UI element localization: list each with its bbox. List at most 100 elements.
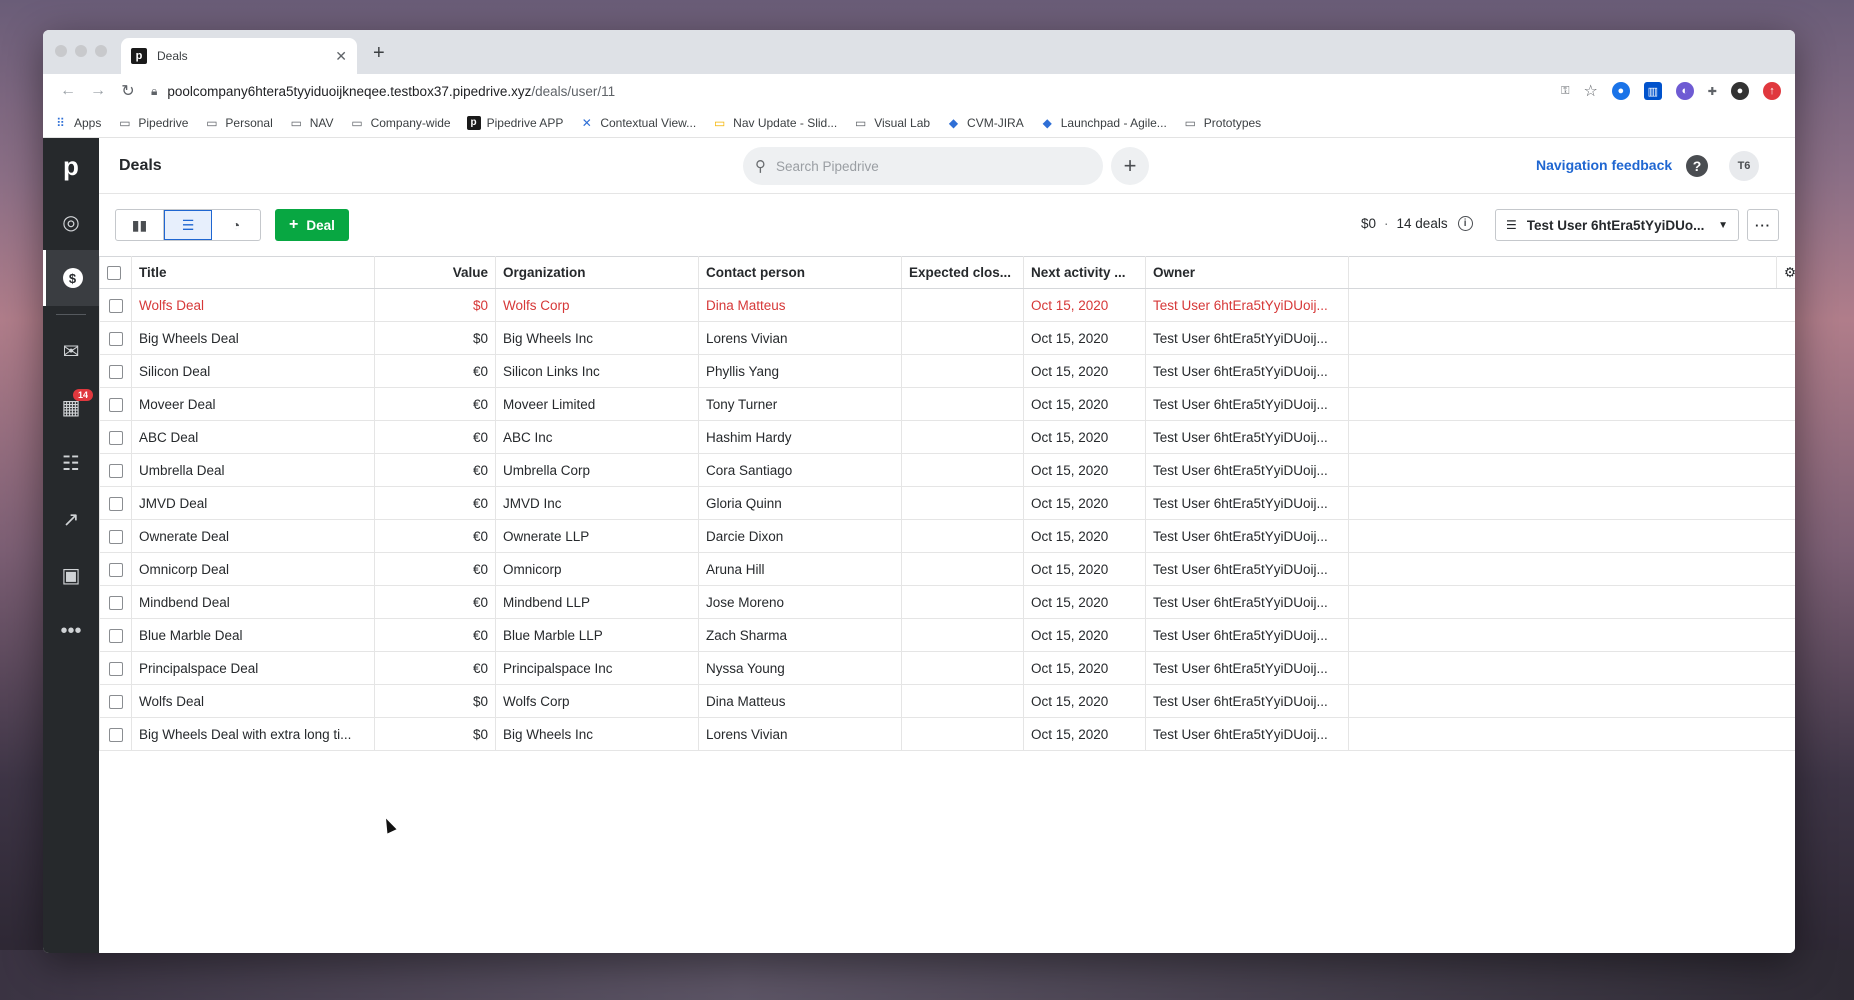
forward-arrow-icon[interactable]: → xyxy=(83,82,113,100)
more-options-button[interactable]: ··· xyxy=(1747,209,1779,241)
cell-title[interactable]: ABC Deal xyxy=(131,420,375,454)
cell-organization[interactable]: Omnicorp xyxy=(495,552,699,586)
select-all-checkbox[interactable] xyxy=(107,266,121,281)
close-tab-icon[interactable]: ✕ xyxy=(335,48,347,65)
row-checkbox[interactable] xyxy=(108,496,123,511)
extension-purple-icon[interactable]: ◐ xyxy=(1675,82,1694,100)
row-checkbox[interactable] xyxy=(108,430,123,445)
search-input[interactable] xyxy=(776,158,1066,174)
cell-contact[interactable]: Tony Turner xyxy=(698,387,902,421)
help-icon[interactable]: ? xyxy=(1686,155,1708,177)
back-arrow-icon[interactable]: ← xyxy=(53,82,83,100)
info-icon[interactable]: i xyxy=(1457,216,1473,231)
bookmark-item[interactable]: ▭ Company-wide xyxy=(350,116,450,130)
row-checkbox[interactable] xyxy=(108,298,123,313)
cell-title[interactable]: JMVD Deal xyxy=(131,486,375,520)
table-row[interactable]: ABC Deal €0 ABC Inc Hashim Hardy Oct 15, 202… xyxy=(99,420,1795,454)
cell-title[interactable]: Wolfs Deal xyxy=(131,288,375,322)
cell-organization[interactable]: Principalspace Inc xyxy=(495,651,699,685)
cell-organization[interactable]: Wolfs Corp xyxy=(495,684,699,718)
puzzle-extensions-icon[interactable]: ✚ xyxy=(1708,82,1717,100)
cell-title[interactable]: Moveer Deal xyxy=(131,387,375,421)
row-checkbox[interactable] xyxy=(108,727,123,742)
cell-organization[interactable]: Big Wheels Inc xyxy=(495,321,699,355)
cell-title[interactable]: Wolfs Deal xyxy=(131,684,375,718)
column-header-title[interactable]: Title xyxy=(131,256,375,289)
key-icon[interactable]: ⚿ xyxy=(1561,82,1569,100)
update-icon[interactable]: ↑ xyxy=(1763,82,1781,100)
list-view-icon[interactable]: ☰ xyxy=(164,210,212,240)
insights-chart-icon[interactable]: ↗ xyxy=(43,491,99,547)
cell-organization[interactable]: Silicon Links Inc xyxy=(495,354,699,388)
row-checkbox[interactable] xyxy=(108,331,123,346)
row-checkbox[interactable] xyxy=(108,661,123,676)
column-header-expected-close[interactable]: Expected clos... xyxy=(901,256,1024,289)
cell-contact[interactable]: Nyssa Young xyxy=(698,651,902,685)
reload-icon[interactable]: ↻ xyxy=(113,81,143,101)
bookmark-item[interactable]: ✕ Contextual View... xyxy=(579,116,696,130)
bookmark-star-icon[interactable]: ☆ xyxy=(1583,82,1597,100)
cell-organization[interactable]: ABC Inc xyxy=(495,420,699,454)
cell-organization[interactable]: Mindbend LLP xyxy=(495,585,699,619)
table-row[interactable]: Omnicorp Deal €0 Omnicorp Aruna Hill Oct 15,… xyxy=(99,552,1795,586)
cell-contact[interactable]: Phyllis Yang xyxy=(698,354,902,388)
cell-title[interactable]: Big Wheels Deal xyxy=(131,321,375,355)
forecast-view-icon[interactable]: ◔ xyxy=(212,210,260,240)
cell-organization[interactable]: Umbrella Corp xyxy=(495,453,699,487)
cell-contact[interactable]: Darcie Dixon xyxy=(698,519,902,553)
pipedrive-logo-icon[interactable]: p xyxy=(43,138,99,194)
cell-organization[interactable]: Blue Marble LLP xyxy=(495,618,699,652)
row-checkbox[interactable] xyxy=(108,463,123,478)
cell-contact[interactable]: Zach Sharma xyxy=(698,618,902,652)
row-checkbox[interactable] xyxy=(108,628,123,643)
cell-title[interactable]: Silicon Deal xyxy=(131,354,375,388)
bookmark-item[interactable]: ▭ NAV xyxy=(289,116,334,130)
quick-add-button[interactable]: + xyxy=(1111,147,1149,185)
bookmark-item[interactable]: ▭ Prototypes xyxy=(1183,116,1262,130)
bookmark-item[interactable]: ◆ CVM-JIRA xyxy=(946,116,1024,130)
bookmark-item[interactable]: ▭ Nav Update - Slid... xyxy=(712,116,837,130)
table-row[interactable]: Big Wheels Deal with extra long ti... $0 B… xyxy=(99,717,1795,751)
row-checkbox[interactable] xyxy=(108,595,123,610)
mail-icon[interactable]: ✉ xyxy=(43,323,99,379)
table-row[interactable]: Mindbend Deal €0 Mindbend LLP Jose Moreno Oc… xyxy=(99,585,1795,619)
table-row[interactable]: Moveer Deal €0 Moveer Limited Tony Turner Oc… xyxy=(99,387,1795,421)
cell-title[interactable]: Principalspace Deal xyxy=(131,651,375,685)
sidebar-item-deals[interactable]: $ xyxy=(43,250,99,306)
profile-avatar-icon[interactable]: ● xyxy=(1731,82,1749,100)
bookmark-item[interactable]: ◆ Launchpad - Agile... xyxy=(1040,116,1167,130)
cell-organization[interactable]: Wolfs Corp xyxy=(495,288,699,322)
column-header-organization[interactable]: Organization xyxy=(495,256,699,289)
column-header-owner[interactable]: Owner xyxy=(1145,256,1349,289)
search-box[interactable]: ⚲ xyxy=(743,147,1103,185)
address-bar[interactable]: poolcompany6htera5tyyiduoijkneqee.testbo… xyxy=(167,84,1561,99)
row-checkbox[interactable] xyxy=(108,397,123,412)
column-header-contact[interactable]: Contact person xyxy=(698,256,902,289)
cell-contact[interactable]: Lorens Vivian xyxy=(698,717,902,751)
new-tab-icon[interactable]: + xyxy=(373,42,385,65)
column-header-value[interactable]: Value xyxy=(374,256,496,289)
lock-icon[interactable]: 🔒︎ xyxy=(151,84,157,99)
sidebar-item-activities[interactable]: ▦ 14 xyxy=(43,379,99,435)
zoom-window-button[interactable] xyxy=(95,45,107,57)
browser-tab[interactable]: p Deals ✕ xyxy=(121,38,357,74)
bookmark-item[interactable]: ▭ Pipedrive xyxy=(117,116,188,130)
minimize-window-button[interactable] xyxy=(75,45,87,57)
pipeline-view-icon[interactable]: ▮▮ xyxy=(116,210,164,240)
cell-title[interactable]: Big Wheels Deal with extra long ti... xyxy=(131,717,375,751)
bookmark-item[interactable]: ▭ Visual Lab xyxy=(853,116,930,130)
bookmark-item[interactable]: p Pipedrive APP xyxy=(466,115,563,130)
cell-contact[interactable]: Aruna Hill xyxy=(698,552,902,586)
contacts-icon[interactable]: ☷ xyxy=(43,435,99,491)
add-deal-button[interactable]: + Deal xyxy=(275,209,349,241)
cell-organization[interactable]: Ownerate LLP xyxy=(495,519,699,553)
table-row[interactable]: Ownerate Deal €0 Ownerate LLP Darcie Dixon O… xyxy=(99,519,1795,553)
cell-organization[interactable]: Moveer Limited xyxy=(495,387,699,421)
table-row[interactable]: Wolfs Deal $0 Wolfs Corp Dina Matteus Oct 15… xyxy=(99,684,1795,718)
column-header-next-activity[interactable]: Next activity ... xyxy=(1023,256,1146,289)
cell-organization[interactable]: JMVD Inc xyxy=(495,486,699,520)
row-checkbox[interactable] xyxy=(108,562,123,577)
navigation-feedback-link[interactable]: Navigation feedback xyxy=(1536,157,1672,173)
cell-title[interactable]: Ownerate Deal xyxy=(131,519,375,553)
table-row[interactable]: Umbrella Deal €0 Umbrella Corp Cora Santiag… xyxy=(99,453,1795,487)
